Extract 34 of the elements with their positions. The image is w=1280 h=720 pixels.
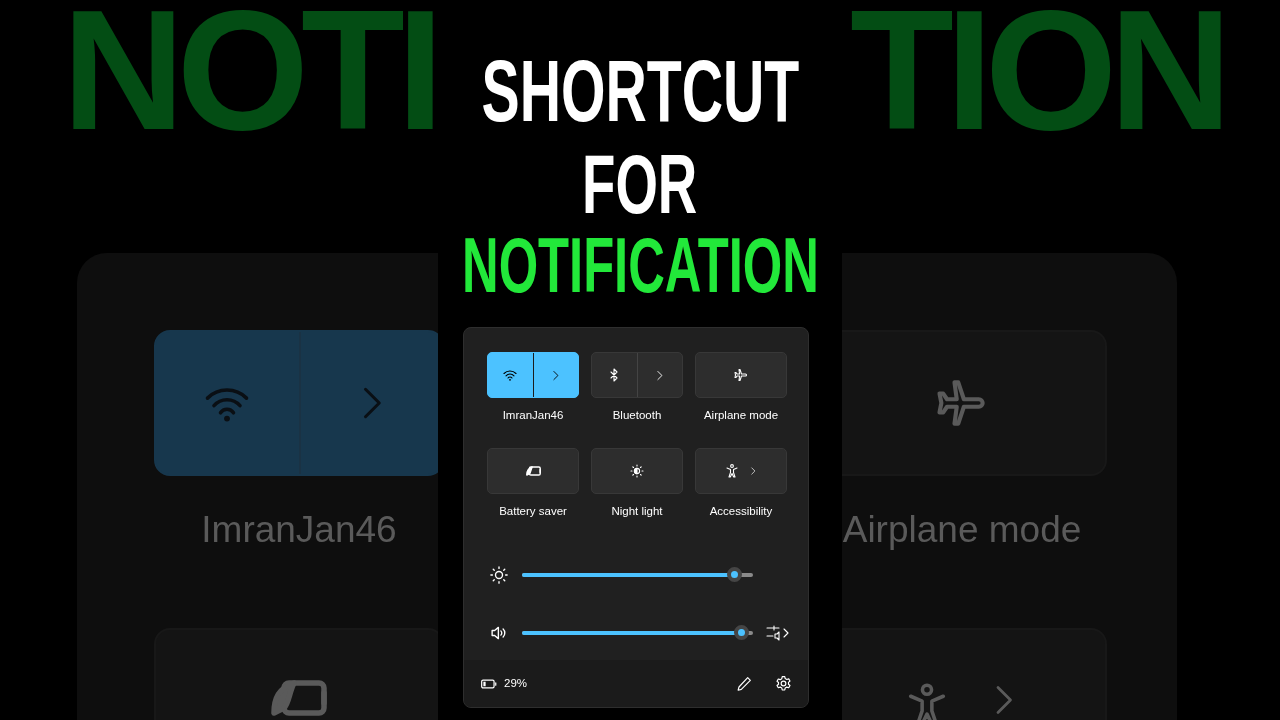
slider-thumb[interactable] (733, 624, 749, 640)
pencil-icon (736, 675, 753, 692)
tile-label: ImranJan46 (200, 508, 398, 552)
quick-setting-tile[interactable] (695, 448, 787, 495)
heading-text: NOTI (62, 0, 437, 140)
slider-thumb[interactable] (727, 566, 742, 582)
quick-setting-tile[interactable] (487, 448, 579, 495)
brightness-icon (489, 564, 509, 585)
title-text: NOTIFICATION (461, 226, 819, 304)
tile-label: Bluetooth (611, 408, 663, 423)
chevron-icon (748, 466, 758, 477)
tile-label: Accessibility (708, 504, 774, 520)
battery-percentage: 29% (504, 675, 528, 691)
tile-label: Night light (610, 504, 664, 520)
tile-label: ImranJan46 (501, 408, 565, 423)
tile-label: Airplane mode (702, 408, 780, 423)
settings-button[interactable] (775, 675, 792, 692)
battery-leaf-icon (271, 679, 327, 716)
settings-icon (775, 675, 792, 692)
tile-label: Airplane mode (842, 508, 1083, 552)
title-text: SHORTCUT (481, 47, 799, 135)
quick-setting-tile[interactable] (591, 448, 683, 495)
quick-setting-tile[interactable] (842, 330, 1107, 476)
wifi-icon (502, 367, 519, 383)
tile-label: Battery saver (498, 504, 568, 520)
airplane-icon (733, 367, 749, 383)
brightness-icon (629, 463, 645, 480)
quick-setting-tile[interactable] (695, 352, 787, 398)
quick-setting-tile[interactable] (154, 330, 438, 476)
title-text: FOR (582, 142, 698, 226)
accessibility-icon (724, 463, 740, 480)
edit-button[interactable] (736, 675, 753, 692)
battery-leaf-icon (525, 466, 541, 477)
heading-text: TION (849, 0, 1224, 140)
